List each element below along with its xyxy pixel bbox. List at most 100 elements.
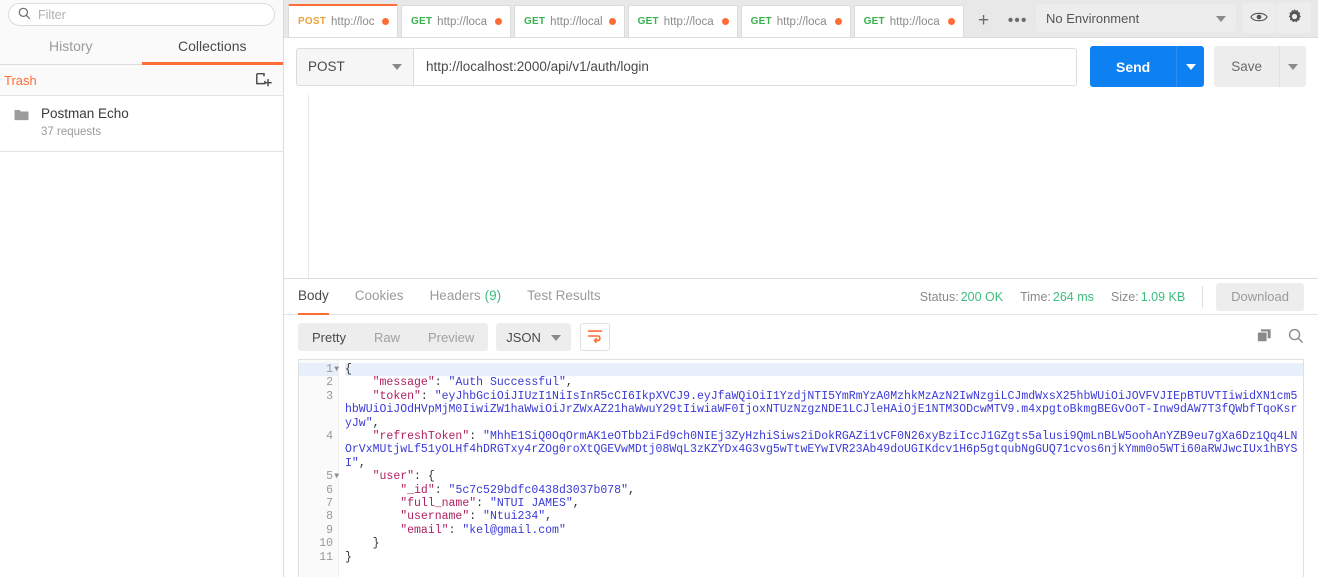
eye-icon [1250,11,1268,26]
line-number: 5 ▼ [326,470,339,484]
format-preview[interactable]: Preview [414,323,488,351]
format-pretty-label: Pretty [312,329,346,345]
time-label: Time: [1020,289,1051,304]
download-button[interactable]: Download [1216,282,1304,311]
code-line: "email": "kel@gmail.com" [400,523,566,537]
request-tab-url: http://loc [331,15,375,28]
send-button[interactable]: Send [1089,46,1177,87]
line-number: 8 [326,510,333,524]
topbar-right: No Environment [1036,0,1318,37]
request-tab-method: GET [524,16,546,27]
tab-cookies[interactable]: Cookies [355,279,404,316]
time-value: 264 ms [1052,289,1094,304]
format-raw[interactable]: Raw [360,323,414,351]
line-number: 7 [326,497,333,511]
search-input[interactable] [38,7,265,22]
code-line: "refreshToken": "MhhE1SiQ0OqOrmAK1eOTbb2… [345,430,1298,470]
code-line: "full_name": "NTUI JAMES", [400,497,580,511]
size-badge: Size: 1.09 KB [1111,290,1185,304]
folder-icon [14,108,29,124]
request-tab[interactable]: GET http://loca [627,5,738,37]
http-method-select[interactable]: POST [296,47,413,86]
code-line: } [345,550,352,564]
chevron-down-icon [1288,59,1298,74]
plus-icon: + [978,10,990,31]
new-collection-icon[interactable] [255,71,273,89]
response-body-viewer[interactable]: 1 ▼ 2 3 4 5 ▼ 6 7 8 9 10 11 { "message": "Auth Succe… [298,359,1304,577]
request-tab[interactable]: GET http://loca [853,5,964,37]
code-line: "_id": "5c7c529bdfc0438d3037b078", [400,483,635,497]
word-wrap-button[interactable] [579,323,610,351]
request-tab-url: http://loca [437,15,488,28]
time-badge: Time: 264 ms [1020,290,1094,304]
tab-headers[interactable]: Headers (9) [430,279,502,316]
line-number: 3 [326,389,333,403]
code-line: } [345,537,380,551]
language-select[interactable]: JSON [496,323,571,351]
response-body-code[interactable]: { "message": "Auth Successful", "token":… [339,360,1303,577]
chevron-down-icon [1185,59,1196,74]
unsaved-dot-icon [382,18,389,25]
tab-options-button[interactable]: ••• [1001,5,1035,37]
tab-test-results-label: Test Results [527,288,601,303]
settings-button[interactable] [1277,3,1311,33]
response-format-bar: Pretty Raw Preview JSON [284,315,1318,359]
unsaved-dot-icon [721,18,729,25]
sidebar: History Collections Trash [0,0,284,577]
search-icon [18,7,31,23]
copy-button[interactable] [1256,328,1272,347]
sidebar-tabs: History Collections [0,29,283,65]
sidebar-tab-collections[interactable]: Collections [141,29,283,65]
fold-caret-icon[interactable]: ▼ [334,363,339,376]
line-number: 1 ▼ [299,363,339,377]
fold-caret-icon[interactable]: ▼ [334,470,339,483]
code-line: { [345,363,1303,377]
list-item[interactable]: Postman Echo 37 requests [0,96,283,152]
response-tabs: Body Cookies Headers (9) Test Results St… [284,278,1318,316]
http-method-label: POST [308,59,345,74]
tab-body-label: Body [298,288,329,303]
save-button[interactable]: Save [1214,46,1279,87]
filter-box[interactable] [8,3,275,26]
sidebar-tab-history[interactable]: History [0,29,142,65]
line-number: 2 [326,376,333,390]
environment-selected-label: No Environment [1046,10,1140,26]
gear-icon [1286,8,1303,28]
chevron-down-icon [1216,11,1226,26]
postman-app: History Collections Trash [0,0,1318,577]
request-tab[interactable]: GET http://loca [401,5,511,37]
tab-headers-label: Headers [429,288,481,303]
save-options-button[interactable] [1279,46,1306,87]
request-tab[interactable]: GET http://local [514,5,625,37]
word-wrap-icon [587,329,603,346]
headers-count: (9) [484,288,502,303]
tab-body[interactable]: Body [298,279,329,316]
sidebar-tab-collections-label: Collections [178,37,247,54]
tab-test-results[interactable]: Test Results [527,279,601,316]
sidebar-empty-area [0,152,283,577]
trash-link[interactable]: Trash [4,73,255,88]
unsaved-dot-icon [495,18,502,25]
response-actions [1256,328,1304,347]
search-button[interactable] [1288,328,1304,347]
format-pretty[interactable]: Pretty [298,323,360,351]
request-tab-method: POST [298,16,327,27]
format-preview-label: Preview [427,329,475,345]
environment-quick-look-button[interactable] [1242,3,1276,33]
language-label: JSON [506,329,541,345]
code-line: "message": "Auth Successful", [372,376,573,390]
ellipsis-icon: ••• [1007,12,1028,29]
request-tab[interactable]: POST http://loc [288,4,398,37]
request-tab[interactable]: GET http://loca [740,5,851,37]
send-options-button[interactable] [1176,46,1205,87]
request-editor-area [308,95,1318,278]
new-tab-button[interactable]: + [967,5,1001,37]
status-badge: Status: 200 OK [920,290,1003,304]
code-line: "token": "eyJhbGciOiJIUzI1NiIsInR5cCI6Ik… [345,389,1298,430]
status-value: 200 OK [960,289,1004,304]
environment-select[interactable]: No Environment [1036,4,1236,32]
format-raw-label: Raw [373,329,400,345]
code-line: "user": { [372,470,435,484]
request-url-input[interactable] [413,47,1077,86]
request-tab-method: GET [750,16,772,27]
